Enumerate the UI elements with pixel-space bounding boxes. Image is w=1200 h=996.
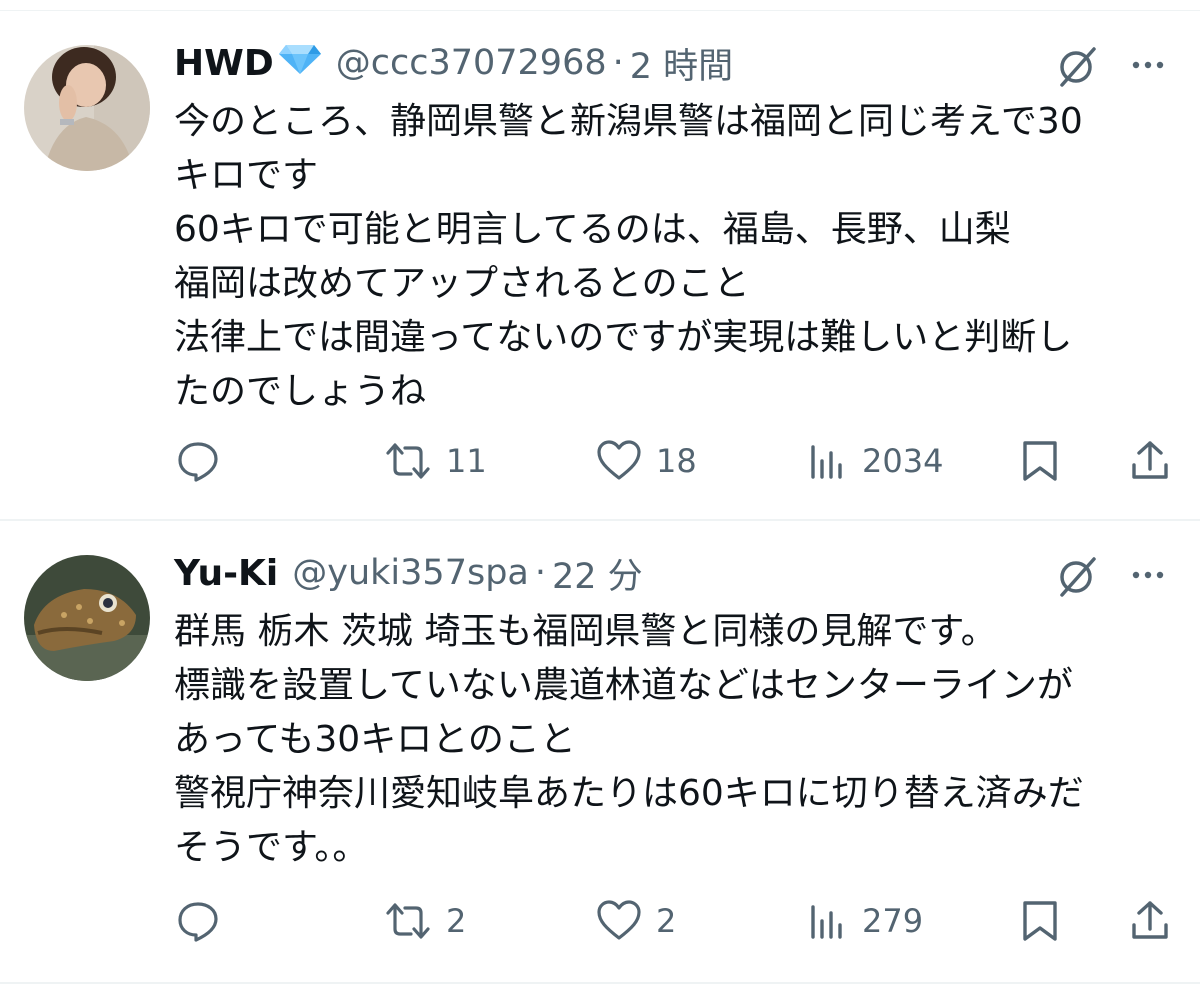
retweet-button[interactable]: 11 (384, 431, 487, 491)
share-icon (1132, 901, 1168, 939)
retweet-count: 2 (446, 902, 467, 940)
tweet-divider (0, 982, 1200, 984)
tweet[interactable]: Yu-Ki @yuki357spa · 22 分 群馬 栃木 茨城 埼玉も福岡県… (0, 521, 1200, 981)
retweet-icon (386, 903, 430, 939)
tweet-text-line: 法律上では間違ってないのですが実現は難しいと判断し (174, 317, 1073, 358)
separator-dot: · (612, 43, 624, 83)
tweet-text-line: 福岡は改めてアップされるとのこと (174, 263, 750, 304)
grok-icon[interactable] (1056, 555, 1100, 599)
avatar[interactable] (24, 45, 150, 171)
tweet-text-line: 警視庁神奈川愛知岐阜あたりは60キロに切り替え済みだ (174, 773, 1084, 814)
reply-button[interactable] (176, 891, 220, 951)
user-handle[interactable]: @yuki357spa (292, 553, 529, 593)
timestamp[interactable]: 2 時間 (630, 38, 733, 89)
analytics-icon (811, 905, 842, 939)
tweet[interactable]: HWD @ccc37072968 · 2 時間 今のところ、静岡県警と新潟県警は… (0, 11, 1200, 520)
diamond-icon (278, 43, 322, 84)
bookmark-icon (1023, 441, 1057, 481)
tweet-text-line: たのでしょうね (174, 371, 427, 412)
view-count: 279 (862, 902, 924, 940)
grok-icon[interactable] (1056, 45, 1100, 89)
separator-dot: · (534, 553, 546, 593)
more-icon[interactable] (1126, 555, 1170, 595)
display-name[interactable]: Yu-Ki (174, 553, 278, 594)
like-button[interactable]: 2 (596, 891, 676, 951)
tweet-text-line: あっても30キロとのこと (174, 719, 576, 760)
retweet-icon (386, 443, 430, 479)
tweet-text-line: 今のところ、静岡県警と新潟県警は福岡と同じ考えで30 (174, 101, 1083, 142)
share-button[interactable] (1128, 891, 1172, 951)
user-handle[interactable]: @ccc37072968 (336, 43, 607, 83)
tweet-header: HWD @ccc37072968 · 2 時間 (174, 33, 733, 93)
tweet-text-line: 標識を設置していない農道林道などはセンターラインが (174, 665, 1073, 706)
action-bar: 2 2 279 (0, 891, 1200, 951)
more-icon[interactable] (1126, 45, 1170, 85)
tweet-text-line: 群馬 栃木 茨城 埼玉も福岡県警と同様の見解です。 (174, 611, 997, 652)
share-icon (1132, 441, 1168, 479)
action-bar: 11 18 2034 (0, 431, 1200, 491)
heart-icon (597, 900, 641, 940)
like-button[interactable]: 18 (596, 431, 697, 491)
share-button[interactable] (1128, 431, 1172, 491)
tweet-text-line: キロです (174, 155, 319, 196)
tweet-header: Yu-Ki @yuki357spa · 22 分 (174, 543, 643, 603)
tweet-text: 群馬 栃木 茨城 埼玉も福岡県警と同様の見解です。 標識を設置していない農道林道… (174, 605, 1184, 875)
like-count: 2 (656, 902, 677, 940)
views-button[interactable]: 2034 (808, 431, 943, 491)
retweet-button[interactable]: 2 (384, 891, 466, 951)
bookmark-icon (1023, 901, 1057, 941)
timestamp[interactable]: 22 分 (552, 548, 643, 599)
bookmark-button[interactable] (1020, 891, 1060, 951)
views-button[interactable]: 279 (808, 891, 923, 951)
reply-button[interactable] (176, 431, 220, 491)
reply-icon (178, 442, 218, 482)
analytics-icon (811, 445, 842, 479)
tweet-text-line: 60キロで可能と明言してるのは、福島、長野、山梨 (174, 209, 1011, 250)
heart-icon (597, 440, 641, 480)
display-name[interactable]: HWD (174, 43, 274, 84)
tweet-text-line: そうです。。 (174, 827, 369, 868)
avatar[interactable] (24, 555, 150, 681)
bookmark-button[interactable] (1020, 431, 1060, 491)
retweet-count: 11 (446, 442, 487, 480)
like-count: 18 (656, 442, 697, 480)
view-count: 2034 (862, 442, 944, 480)
reply-icon (178, 902, 218, 942)
tweet-text: 今のところ、静岡県警と新潟県警は福岡と同じ考えで30 キロです 60キロで可能と… (174, 95, 1184, 419)
